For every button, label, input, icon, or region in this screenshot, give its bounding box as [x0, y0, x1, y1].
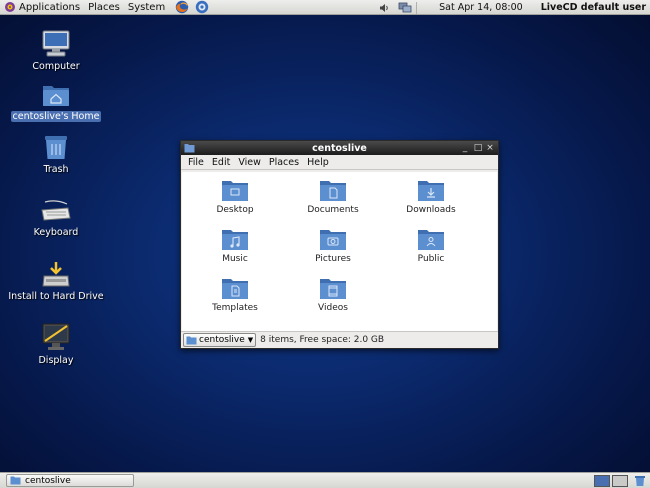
network-icon[interactable]: [398, 2, 412, 14]
status-bar: centoslive ▼ 8 items, Free space: 2.0 GB: [181, 331, 498, 348]
templates-folder-icon: [222, 279, 248, 299]
folder-label: Videos: [318, 303, 348, 313]
folder-item-templates[interactable]: Templates: [190, 276, 280, 313]
file-manager-window: centoslive _ □ × File Edit View Places H…: [180, 140, 499, 349]
window-titlebar[interactable]: centoslive _ □ ×: [181, 141, 498, 155]
folder-label: Public: [417, 254, 445, 264]
menu-view[interactable]: View: [234, 157, 265, 168]
menu-places[interactable]: Places: [265, 157, 303, 168]
location-label: centoslive: [199, 335, 245, 345]
desktop-icon-label: Display: [38, 355, 74, 366]
menu-file[interactable]: File: [184, 157, 208, 168]
desktop-icon-display[interactable]: Display: [1, 322, 111, 366]
menu-help[interactable]: Help: [303, 157, 333, 168]
folder-item-desktop[interactable]: Desktop: [190, 178, 280, 215]
applications-menu-label: Applications: [19, 1, 81, 13]
places-menu-label: Places: [88, 1, 120, 13]
desktop-icon-keyboard[interactable]: Keyboard: [1, 198, 111, 238]
user-menu[interactable]: LiveCD default user: [541, 2, 646, 13]
volume-icon[interactable]: [378, 2, 390, 14]
applications-menu[interactable]: Applications: [0, 0, 84, 15]
music-folder-icon: [222, 230, 248, 250]
desktop-icon-label: Keyboard: [33, 227, 79, 238]
file-view[interactable]: Desktop Documents Downloads Music Pictur…: [182, 172, 497, 332]
folder-item-videos[interactable]: Videos: [288, 276, 378, 313]
workspace-2[interactable]: [612, 475, 628, 487]
firefox-launcher-icon[interactable]: [175, 0, 189, 14]
desktop-folder-icon: [222, 181, 248, 201]
videos-folder-icon: [320, 279, 346, 299]
maximize-button[interactable]: □: [472, 142, 484, 154]
trash-applet-icon[interactable]: [634, 475, 646, 487]
folder-item-pictures[interactable]: Pictures: [288, 227, 378, 264]
taskbar-label: centoslive: [25, 475, 71, 486]
desktop-icon-label: Computer: [32, 61, 80, 72]
top-panel: Applications Places System Sat Apr 14, 0…: [0, 0, 650, 15]
clock[interactable]: Sat Apr 14, 08:00: [439, 2, 523, 13]
public-folder-icon: [418, 230, 444, 250]
folder-item-music[interactable]: Music: [190, 227, 280, 264]
computer-icon: [42, 30, 70, 57]
system-menu[interactable]: System: [124, 0, 169, 15]
keyboard-icon: [41, 200, 71, 221]
desktop-icon-trash[interactable]: Trash: [1, 133, 111, 175]
folder-label: Templates: [212, 303, 258, 313]
desktop-icon-label: Trash: [43, 164, 69, 175]
folder-item-public[interactable]: Public: [386, 227, 476, 264]
folder-label: Pictures: [315, 254, 351, 264]
menu-edit[interactable]: Edit: [208, 157, 234, 168]
chevron-down-icon: ▼: [247, 336, 254, 344]
home-folder-icon: [43, 86, 69, 106]
minimize-button[interactable]: _: [459, 142, 471, 154]
folder-label: Downloads: [406, 205, 456, 215]
folder-small-icon: [186, 336, 197, 344]
folder-item-downloads[interactable]: Downloads: [386, 178, 476, 215]
bottom-panel: centoslive: [0, 472, 650, 488]
documents-folder-icon: [320, 181, 346, 201]
foot-logo-icon: [5, 2, 15, 12]
desktop-icon-label: Install to Hard Drive: [8, 291, 104, 302]
desktop-icon-computer[interactable]: Computer: [1, 30, 111, 72]
install-icon: [42, 262, 70, 287]
close-button[interactable]: ×: [484, 142, 496, 154]
trash-icon: [45, 136, 67, 159]
desktop-icon-label: centoslive's Home: [10, 111, 102, 122]
location-dropdown[interactable]: centoslive ▼: [183, 333, 257, 347]
menu-bar: File Edit View Places Help: [181, 155, 498, 170]
workspace-1[interactable]: [594, 475, 610, 487]
folder-label: Music: [222, 254, 248, 264]
window-title: centoslive: [312, 142, 367, 154]
downloads-folder-icon: [418, 181, 444, 201]
taskbar-button-centoslive[interactable]: centoslive: [6, 474, 134, 487]
desktop-icon-home[interactable]: centoslive's Home: [1, 82, 111, 122]
folder-small-icon: [10, 476, 21, 485]
system-menu-label: System: [127, 1, 166, 13]
display-icon: [42, 323, 70, 350]
status-text: 8 items, Free space: 2.0 GB: [260, 335, 385, 345]
pictures-folder-icon: [320, 230, 346, 250]
places-menu[interactable]: Places: [84, 0, 124, 15]
folder-item-documents[interactable]: Documents: [288, 178, 378, 215]
folder-label: Desktop: [216, 205, 254, 215]
folder-label: Documents: [307, 205, 359, 215]
panel-separator: [416, 1, 418, 14]
desktop-icon-install[interactable]: Install to Hard Drive: [1, 260, 111, 302]
mail-launcher-icon[interactable]: [195, 0, 209, 14]
